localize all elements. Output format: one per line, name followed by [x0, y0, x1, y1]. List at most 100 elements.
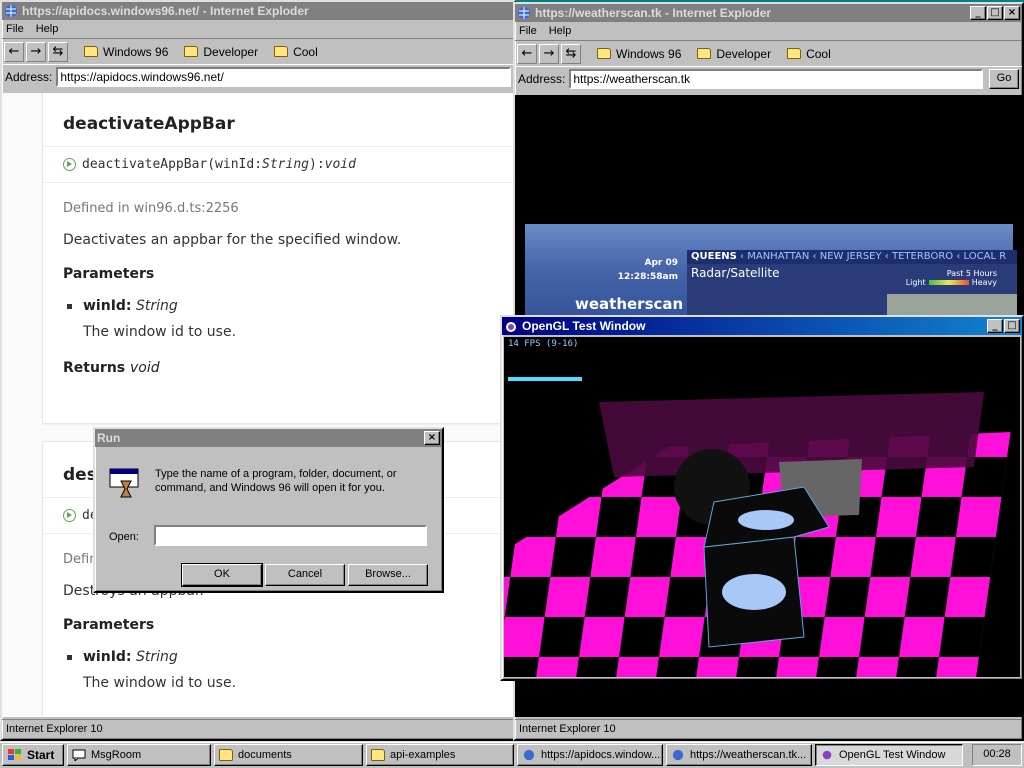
refresh-button[interactable]: ⇆ [48, 41, 68, 62]
task-opengl[interactable]: OpenGL Test Window [815, 744, 963, 766]
nav-toolbar: ← → ⇆ Windows 96 Developer Cool [515, 40, 1022, 66]
signature-name: deactivateAppBar [82, 157, 208, 172]
param-description: The window id to use. [83, 675, 237, 691]
fps-counter: 14 FPS (9-16) [508, 339, 579, 349]
task-label: MsgRoom [91, 749, 142, 761]
task-documents[interactable]: documents [214, 744, 363, 766]
forward-button[interactable]: → [539, 43, 559, 64]
weatherscan-titlebar[interactable]: https://weatherscan.tk - Internet Explod… [515, 4, 1022, 22]
task-api-examples[interactable]: api-examples [366, 744, 514, 766]
cube-texture-blob [722, 574, 786, 610]
favorite-developer[interactable]: Developer [184, 45, 258, 59]
region-other: MANHATTAN [747, 251, 810, 262]
ie-globe-icon [5, 5, 17, 17]
close-icon: × [427, 432, 437, 443]
forward-button[interactable]: → [26, 41, 46, 62]
doc-description: Deactivates an appbar for the specified … [63, 232, 402, 248]
menu-help[interactable]: Help [549, 25, 572, 37]
region-other: ‹ [884, 251, 892, 262]
run-titlebar[interactable]: Run × [95, 429, 442, 447]
menu-bar: File Help [515, 22, 1022, 40]
param-item: winId: String [43, 282, 514, 314]
doc-signature: deactivateAppBar (winId: String): void [43, 147, 514, 183]
address-input[interactable]: https://apidocs.windows96.net/ [56, 66, 511, 87]
task-label: documents [238, 749, 292, 761]
open-input[interactable] [154, 525, 427, 546]
task-msgroom[interactable]: MsgRoom [67, 744, 211, 766]
menu-bar: File Help [2, 20, 514, 38]
favorite-label: Developer [716, 46, 772, 61]
region-ticker: QUEENS ‹ MANHATTAN ‹ NEW JERSEY ‹ TETERB… [687, 250, 1017, 264]
ie-globe-icon [518, 7, 530, 19]
favorite-windows96[interactable]: Windows 96 [597, 47, 681, 61]
opengl-canvas[interactable]: 14 FPS (9-16) [504, 337, 1020, 677]
address-input[interactable]: https://weatherscan.tk [569, 68, 983, 89]
close-button[interactable]: × [424, 431, 440, 445]
returns-line: Returns void [43, 340, 514, 394]
windows-logo-icon [8, 749, 21, 760]
favorite-windows96[interactable]: Windows 96 [84, 45, 168, 59]
legend-light: Light [905, 278, 926, 287]
run-program-icon [109, 468, 139, 498]
address-label: Address: [518, 71, 566, 86]
param-type: String [135, 298, 178, 314]
task-apidocs[interactable]: https://apidocs.window... [517, 744, 663, 766]
folder-icon [371, 749, 385, 761]
minimize-button[interactable]: _ [970, 6, 986, 20]
minimize-button[interactable]: _ [987, 319, 1003, 333]
go-button[interactable]: Go [989, 68, 1019, 89]
region-current: QUEENS [691, 251, 737, 262]
ok-button[interactable]: OK [181, 563, 263, 587]
parameters-heading: Parameters [63, 617, 155, 633]
apidocs-browser-window[interactable]: https://apidocs.windows96.net/ - Interne… [0, 0, 516, 741]
run-dialog[interactable]: Run × Type the name of a program, folder… [93, 427, 444, 593]
folder-icon [184, 46, 199, 57]
fps-bar [508, 377, 582, 381]
status-bar: Internet Explorer 10 [515, 719, 1022, 739]
start-button[interactable]: Start [2, 744, 64, 766]
favorite-label: Cool [806, 46, 831, 61]
apidocs-content[interactable]: deactivateAppBar deactivateAppBar (winId:… [2, 93, 514, 717]
window-controls: × [424, 431, 440, 445]
cube-texture-blob [738, 510, 794, 530]
menu-file[interactable]: File [6, 23, 24, 35]
status-bar: Internet Explorer 10 [2, 719, 514, 739]
returns-type: void [130, 360, 160, 376]
refresh-button[interactable]: ⇆ [561, 43, 581, 64]
back-button[interactable]: ← [517, 43, 537, 64]
broadcast-date: Apr 09 [644, 258, 678, 268]
radar-legend: Past 5 Hours Light Heavy [906, 269, 997, 287]
apidocs-titlebar[interactable]: https://apidocs.windows96.net/ - Interne… [2, 2, 514, 20]
maximize-button[interactable]: □ [1004, 319, 1020, 333]
menu-file[interactable]: File [519, 25, 537, 37]
back-button[interactable]: ← [4, 41, 24, 62]
task-weatherscan[interactable]: https://weatherscan.tk... [666, 744, 812, 766]
param-name: winId: [83, 298, 132, 314]
close-icon: × [1007, 7, 1017, 18]
task-label: https://apidocs.window... [541, 749, 661, 761]
opengl-window[interactable]: OpenGL Test Window _ □ 14 FPS (9-16) [500, 315, 1024, 681]
ie-globe-icon [672, 749, 684, 761]
legend-gradient [928, 280, 969, 285]
opengl-titlebar[interactable]: OpenGL Test Window _ □ [502, 317, 1022, 335]
address-bar: Address: https://apidocs.windows96.net/ [2, 64, 514, 88]
menu-help[interactable]: Help [36, 23, 59, 35]
signature-param-type: String [262, 157, 309, 172]
region-other: NEW JERSEY [819, 251, 882, 262]
region-other: LOCAL R [963, 251, 1007, 262]
maximize-button[interactable]: □ [987, 6, 1003, 20]
opengl-scene [504, 392, 1011, 677]
favorite-developer[interactable]: Developer [697, 47, 771, 61]
region-other: TETERBORO [891, 251, 954, 262]
task-label: OpenGL Test Window [839, 749, 946, 761]
browse-button[interactable]: Browse... [348, 564, 428, 586]
chat-icon [72, 749, 86, 761]
favorite-cool[interactable]: Cool [787, 47, 831, 61]
favorite-cool[interactable]: Cool [274, 45, 318, 59]
minimize-icon: _ [975, 7, 981, 18]
param-type: String [135, 649, 178, 665]
doc-card-deactivateAppBar: deactivateAppBar deactivateAppBar (winId:… [42, 93, 514, 424]
cancel-button[interactable]: Cancel [265, 564, 345, 586]
parameters-heading: Parameters [63, 266, 155, 282]
close-button[interactable]: × [1004, 6, 1020, 20]
